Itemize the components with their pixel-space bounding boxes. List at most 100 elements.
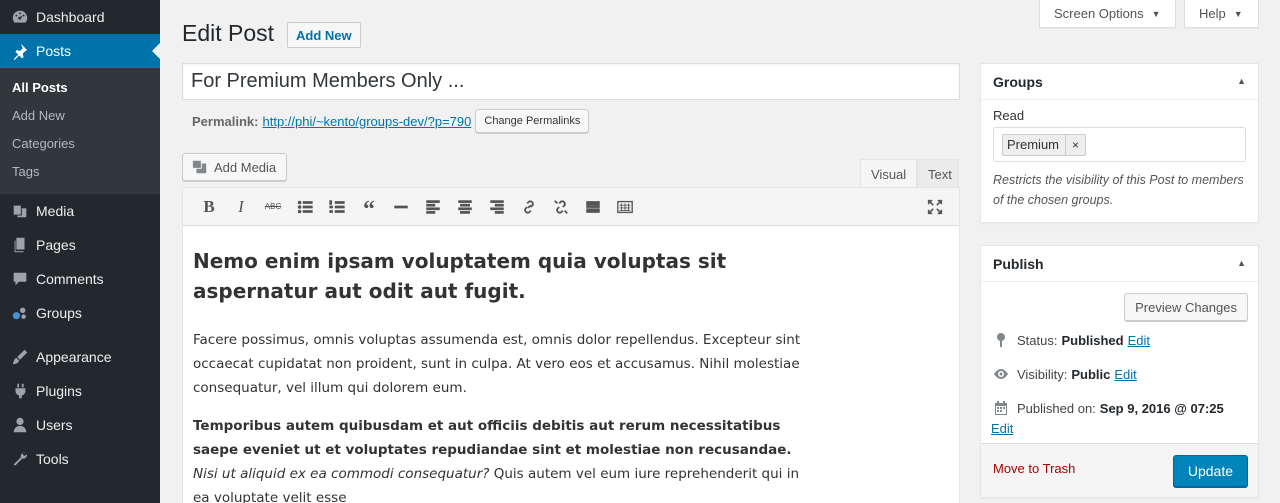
eye-icon [991,366,1011,382]
status-label: Status: [1017,332,1058,348]
move-to-trash-link[interactable]: Move to Trash [993,461,1075,476]
help-button[interactable]: Help ▼ [1184,0,1259,28]
calendar-icon [991,400,1011,416]
add-media-label: Add Media [214,159,277,175]
published-edit-row: Edit [991,421,1013,436]
numbered-list-icon[interactable] [321,193,353,221]
groups-header[interactable]: Groups ▲ [981,64,1258,100]
menu-comments[interactable]: Comments [0,262,160,296]
fullscreen-icon[interactable] [919,193,951,221]
add-new-button[interactable]: Add New [287,22,361,48]
submenu-tags[interactable]: Tags [0,158,160,186]
publish-header[interactable]: Publish ▲ [981,246,1258,282]
menu-media[interactable]: Media [0,194,160,228]
group-chip: Premium × [1002,133,1087,156]
published-label: Published on: [1017,400,1096,416]
update-button[interactable]: Update [1172,455,1248,487]
caret-down-icon: ▼ [1233,8,1243,19]
permalink-link[interactable]: http://phi/~kento/groups-dev/?p=790 [262,114,471,129]
groups-icon [10,303,30,323]
menu-label: Users [36,417,73,433]
menu-label: Plugins [36,383,82,399]
post-title-input[interactable] [182,63,960,100]
tab-text[interactable]: Text [917,159,959,188]
bold-icon[interactable]: B [193,193,225,221]
media-icon [10,201,30,221]
content-paragraph: Facere possimus, omnis voluptas assumend… [193,332,801,396]
submenu-add-new[interactable]: Add New [0,102,160,130]
tab-visual[interactable]: Visual [860,159,918,188]
visibility-row: Visibility: Public Edit [991,366,1137,382]
menu-posts[interactable]: Posts [0,34,160,68]
menu-pages[interactable]: Pages [0,228,160,262]
content-paragraph: Temporibus autem quibusdam et aut offici… [193,414,813,503]
groups-description: Restricts the visibility of this Post to… [993,173,1244,207]
remove-chip-icon[interactable]: × [1065,134,1085,155]
menu-label: Dashboard [36,9,105,25]
read-label: Read [993,108,1025,123]
plugins-icon [10,381,30,401]
posts-submenu: All Posts Add New Categories Tags [0,68,160,194]
post-editor: B I ABC “ Nemo enim ipsam voluptatem qui… [182,187,960,503]
editor-toolbar: B I ABC “ [183,188,959,226]
published-row: Published on: Sep 9, 2016 @ 07:25 [991,400,1224,416]
bold-text: Temporibus autem quibusdam et aut offici… [193,418,792,458]
dashboard-icon [10,7,30,27]
unlink-icon[interactable] [545,193,577,221]
collapse-toggle-icon[interactable]: ▲ [1237,258,1246,268]
menu-plugins[interactable]: Plugins [0,374,160,408]
editor-content[interactable]: Nemo enim ipsam voluptatem quia voluptas… [183,226,823,503]
menu-tools[interactable]: Tools [0,442,160,476]
help-label: Help [1199,6,1226,21]
menu-label: Tools [36,451,69,467]
page-title: Edit Post [182,20,275,46]
permalink-row: Permalink: http://phi/~kento/groups-dev/… [192,109,590,133]
menu-label: Pages [36,237,76,253]
align-right-icon[interactable] [481,193,513,221]
menu-groups[interactable]: Groups [0,296,160,330]
chip-label: Premium [1007,137,1060,152]
caret-down-icon: ▼ [1151,8,1161,19]
screen-options-button[interactable]: Screen Options ▼ [1039,0,1176,28]
collapse-toggle-icon[interactable]: ▲ [1237,76,1246,86]
groups-select[interactable]: Premium × [993,127,1246,162]
publish-actions: Move to Trash Update [981,443,1258,497]
appearance-icon [10,347,30,367]
add-media-button[interactable]: Add Media [182,153,288,181]
groups-metabox: Groups ▲ Read Premium × Restricts the vi… [980,63,1259,223]
italic-text: Nisi ut aliquid ex ea commodi consequatu… [193,466,490,482]
published-value: Sep 9, 2016 @ 07:25 [1099,400,1224,416]
italic-icon[interactable]: I [225,193,257,221]
edit-status-link[interactable]: Edit [1128,333,1150,348]
menu-dashboard[interactable]: Dashboard [0,0,160,34]
align-center-icon[interactable] [449,193,481,221]
status-row: Status: Published Edit [991,332,1150,348]
menu-label: Appearance [36,349,112,365]
comments-icon [10,269,30,289]
menu-users[interactable]: Users [0,408,160,442]
align-left-icon[interactable] [417,193,449,221]
submenu-categories[interactable]: Categories [0,130,160,158]
edit-date-link[interactable]: Edit [991,421,1013,436]
pages-icon [10,235,30,255]
permalink-label: Permalink: [192,113,259,129]
submenu-all-posts[interactable]: All Posts [0,74,160,102]
link-icon[interactable] [513,193,545,221]
users-icon [10,415,30,435]
read-more-icon[interactable] [577,193,609,221]
visibility-value: Public [1071,366,1111,382]
edit-visibility-link[interactable]: Edit [1114,367,1136,382]
horizontal-rule-icon[interactable] [385,193,417,221]
change-permalinks-button[interactable]: Change Permalinks [475,109,590,133]
menu-label: Posts [36,43,72,59]
bullet-list-icon[interactable] [289,193,321,221]
menu-label: Groups [36,305,82,321]
menu-appearance[interactable]: Appearance [0,340,160,374]
publish-metabox: Publish ▲ Preview Changes Status: Publis… [980,245,1259,498]
strikethrough-icon[interactable]: ABC [257,193,289,221]
preview-changes-button[interactable]: Preview Changes [1124,293,1248,321]
pushpin-icon [10,41,30,61]
visibility-label: Visibility: [1017,366,1068,382]
blockquote-icon[interactable]: “ [353,193,385,223]
toolbar-toggle-icon[interactable] [609,193,641,221]
